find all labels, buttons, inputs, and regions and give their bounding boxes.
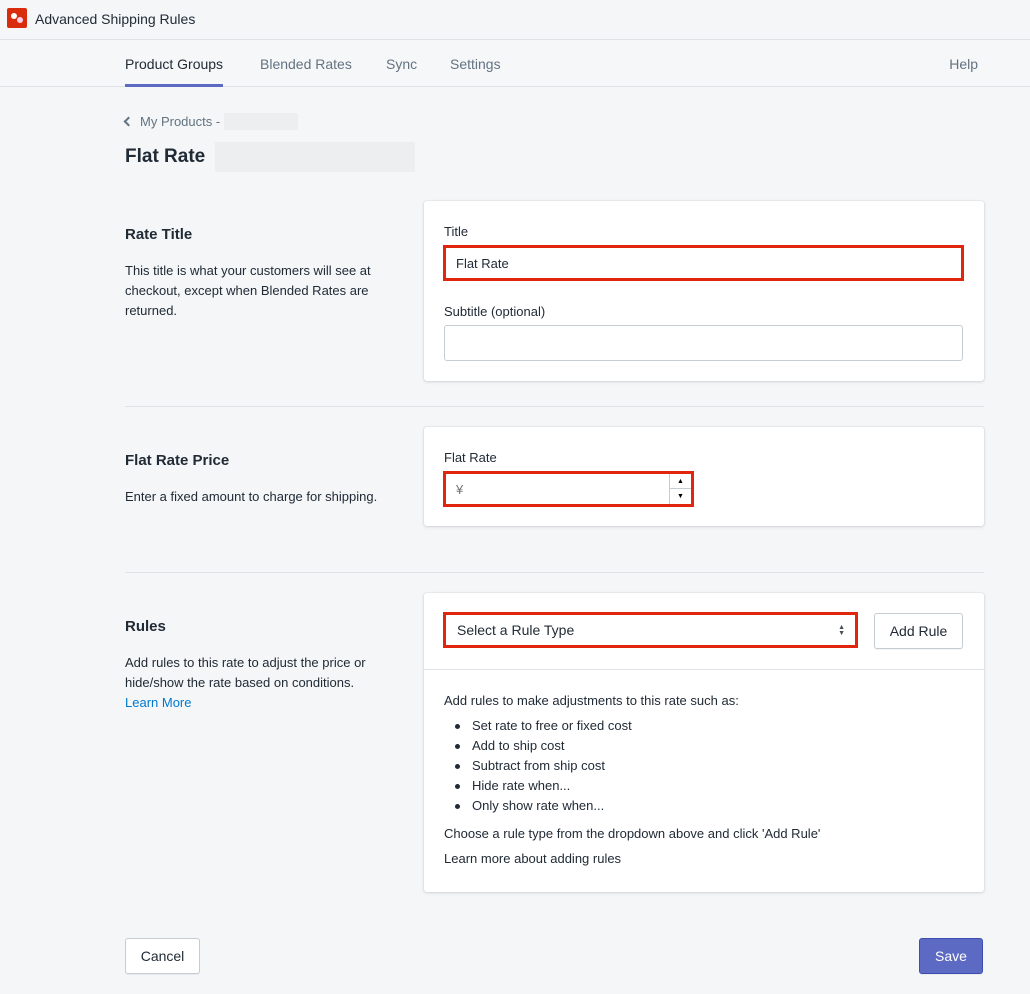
rule-type-select[interactable]: Select a Rule Type ▲ ▼ (443, 612, 858, 648)
rate-title-card: Title Subtitle (optional) (424, 201, 984, 381)
rules-bullet-list: Set rate to free or fixed cost Add to sh… (452, 716, 632, 816)
help-link[interactable]: Help (949, 56, 978, 72)
flat-rate-price-description: Enter a fixed amount to charge for shipp… (125, 489, 378, 504)
subtitle-input[interactable] (444, 325, 963, 361)
add-rule-button[interactable]: Add Rule (874, 613, 963, 649)
list-item: Only show rate when... (452, 796, 632, 816)
app-logo-icon (7, 8, 27, 28)
title-input[interactable] (443, 245, 964, 281)
flat-rate-card: Flat Rate ▲ ▼ (424, 427, 984, 526)
page-title-text: Flat Rate (125, 146, 206, 167)
flat-rate-input[interactable] (443, 471, 694, 507)
redacted-product-name (224, 113, 299, 130)
app-title: Advanced Shipping Rules (35, 11, 196, 27)
flat-rate-label: Flat Rate (444, 450, 497, 465)
page-title: Flat Rate (125, 142, 416, 172)
list-item: Hide rate when... (452, 776, 632, 796)
chevron-left-icon (123, 116, 134, 127)
breadcrumb-label: My Products - (140, 114, 221, 129)
rate-title-heading: Rate Title (125, 226, 193, 243)
list-item: Subtract from ship cost (452, 756, 632, 776)
flat-rate-field: ▲ ▼ (443, 471, 694, 507)
learn-more-link[interactable]: Learn More (125, 695, 191, 710)
rules-description-text: Add rules to this rate to adjust the pri… (125, 655, 366, 690)
tab-settings[interactable]: Settings (450, 56, 501, 72)
list-item: Add to ship cost (452, 736, 632, 756)
rules-card: Select a Rule Type ▲ ▼ Add Rule Add rules… (424, 593, 984, 892)
app-bar: Advanced Shipping Rules (0, 0, 1030, 40)
save-button[interactable]: Save (919, 938, 983, 974)
flat-rate-price-heading: Flat Rate Price (125, 452, 230, 469)
rules-heading: Rules (125, 618, 166, 635)
tab-sync[interactable]: Sync (386, 56, 417, 72)
rules-description: Add rules to this rate to adjust the pri… (125, 653, 385, 713)
tab-blended-rates[interactable]: Blended Rates (260, 56, 352, 72)
rate-title-description: This title is what your customers will s… (125, 263, 371, 318)
breadcrumb[interactable]: My Products - (123, 113, 299, 130)
learn-more-adding-rules-link[interactable]: Learn more about adding rules (444, 851, 621, 866)
section-divider (125, 406, 984, 407)
section-divider (125, 572, 984, 573)
stepper-down-icon[interactable]: ▼ (670, 489, 691, 504)
subtitle-label: Subtitle (optional) (444, 304, 546, 319)
tab-product-groups[interactable]: Product Groups (125, 56, 224, 87)
list-item: Set rate to free or fixed cost (452, 716, 632, 736)
title-label: Title (444, 224, 469, 239)
stepper-up-icon[interactable]: ▲ (670, 474, 691, 489)
rules-instruction: Choose a rule type from the dropdown abo… (444, 826, 821, 841)
redacted-title-suffix (215, 142, 416, 172)
select-arrows-icon: ▲ ▼ (838, 624, 845, 637)
rules-intro: Add rules to make adjustments to this ra… (444, 693, 739, 708)
nav-bar: Product Groups Blended Rates Sync Settin… (0, 40, 1030, 87)
cancel-button[interactable]: Cancel (125, 938, 200, 974)
rule-type-select-value: Select a Rule Type (457, 622, 575, 638)
card-divider (424, 669, 984, 670)
flat-rate-stepper: ▲ ▼ (669, 474, 691, 504)
